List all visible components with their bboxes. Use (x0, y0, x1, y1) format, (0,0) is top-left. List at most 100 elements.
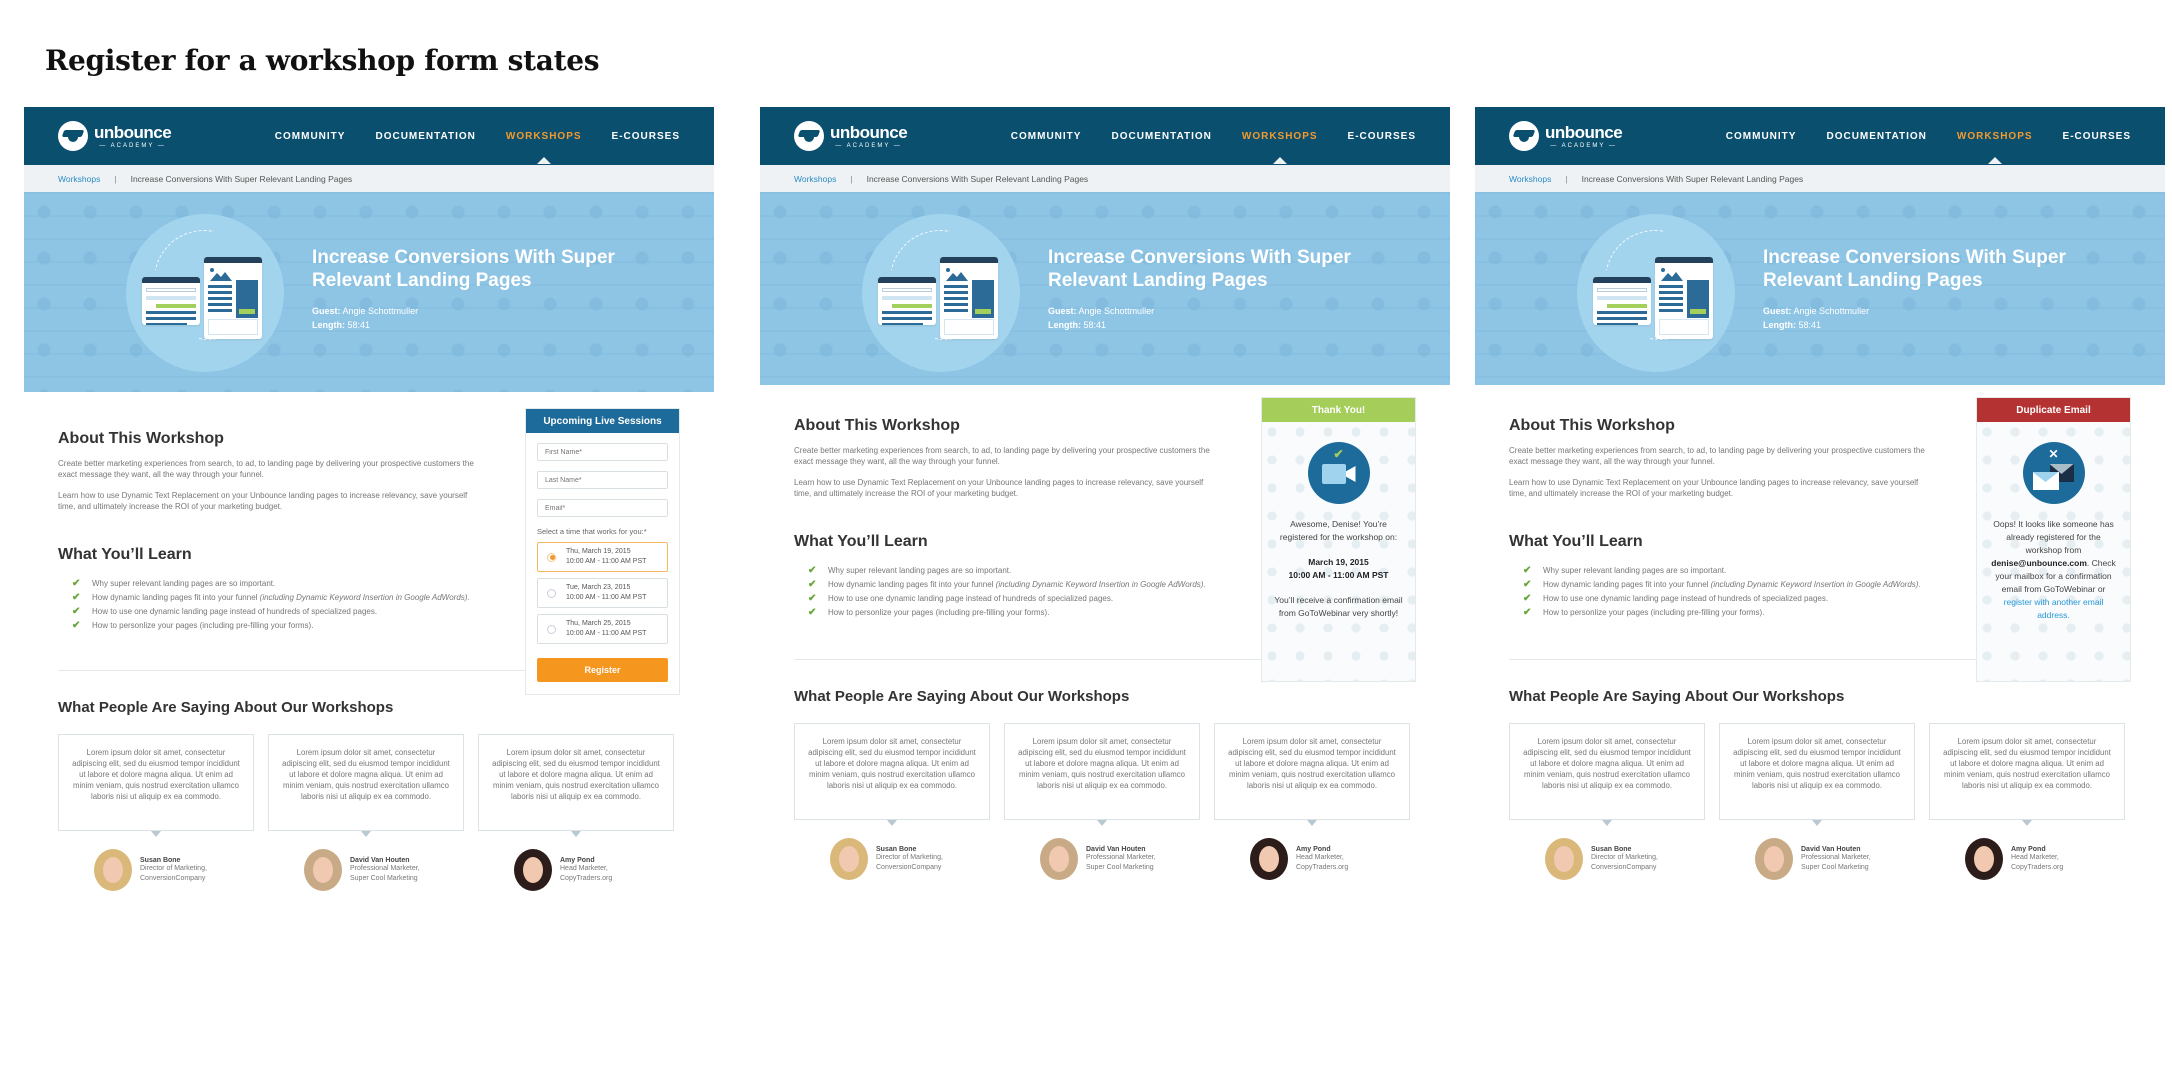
check-icon: ✔ (72, 592, 81, 603)
radio-icon[interactable] (547, 624, 556, 634)
first-name-input[interactable] (537, 443, 668, 461)
length-line: Length: 58:41 (1048, 320, 1107, 330)
breadcrumb-current: Increase Conversions With Super Relevant… (130, 173, 353, 184)
breadcrumb: Workshops | Increase Conversions With Su… (760, 165, 1450, 192)
register-button[interactable]: Register (537, 658, 668, 682)
video-camera-check-icon: ✔ (1307, 442, 1370, 504)
session-option[interactable]: Tue, March 23, 2015 10:00 AM - 11:00 AM P… (537, 578, 668, 608)
breadcrumb-workshops-link[interactable]: Workshops (58, 174, 100, 184)
register-another-email-link[interactable]: register with another email address. (2004, 597, 2104, 620)
testimonial-quote: Lorem ipsum dolor sit amet, consectetur … (1719, 723, 1915, 826)
duplicate-email-card: Duplicate Email ✕ Oops! It looks like so… (1976, 397, 2131, 682)
avatar (1965, 838, 2003, 880)
testimonial-quote: Lorem ipsum dolor sit amet, consectetur … (478, 734, 674, 837)
nav-item-community[interactable]: COMMUNITY (1726, 131, 1797, 142)
guest-line: Guest: Angie Schottmuller (1048, 306, 1155, 316)
logo-brand: unbounce (830, 122, 908, 142)
confirmation-note: You’ll receive a confirmation email from… (1274, 595, 1403, 618)
nav-item-documentation[interactable]: DOCUMENTATION (375, 131, 475, 142)
top-nav: unbounce — ACADEMY — COMMUNITY DOCUMENTA… (24, 107, 714, 165)
radio-icon[interactable] (547, 588, 556, 598)
testimonial-card: Lorem ipsum dolor sit amet, consectetur … (794, 723, 990, 880)
person-role: Director of Marketing, (876, 853, 943, 861)
registration-form-card: Upcoming Live Sessions Select a time tha… (525, 408, 680, 695)
graduation-cap-icon (58, 121, 88, 151)
person-name: Amy Pond (2011, 845, 2046, 853)
testimonial-card: Lorem ipsum dolor sit amet, consectetur … (58, 734, 254, 891)
person-company: ConversionCompany (1591, 863, 1657, 871)
breadcrumb-workshops-link[interactable]: Workshops (1509, 174, 1551, 184)
testimonial-card: Lorem ipsum dolor sit amet, consectetur … (1004, 723, 1200, 880)
duplicate-email-header: Duplicate Email (1977, 398, 2130, 422)
session-date: March 19, 2015 (1308, 557, 1369, 567)
check-icon: ✔ (72, 578, 81, 589)
page-title: Register for a workshop form states (45, 44, 600, 77)
unbounce-academy-logo[interactable]: unbounce — ACADEMY — (794, 121, 908, 151)
breadcrumb-current: Increase Conversions With Super Relevant… (1581, 173, 1804, 184)
person-name: Amy Pond (560, 856, 595, 864)
breadcrumb-workshops-link[interactable]: Workshops (794, 174, 836, 184)
workshop-hero: Increase Conversions With Super Relevant… (1475, 192, 2165, 385)
session-option[interactable]: Thu, March 19, 2015 10:00 AM - 11:00 AM P… (537, 542, 668, 572)
person-name: David Van Houten (350, 856, 410, 864)
workshop-page-mockup: unbounce — ACADEMY — COMMUNITY DOCUMENTA… (1475, 107, 2165, 957)
learn-list: ✔ Why super relevant landing pages are so… (58, 578, 478, 632)
unbounce-academy-logo[interactable]: unbounce — ACADEMY — (58, 121, 172, 151)
nav-item-documentation[interactable]: DOCUMENTATION (1111, 131, 1211, 142)
nav-item-e-courses[interactable]: E-COURSES (612, 131, 680, 142)
email-input[interactable] (537, 499, 668, 517)
radio-selected-icon[interactable] (547, 552, 556, 562)
check-icon: ✔ (1523, 593, 1532, 604)
testimonial-quote: Lorem ipsum dolor sit amet, consectetur … (794, 723, 990, 826)
person-company: Super Cool Marketing (350, 874, 418, 882)
landing-page-illustration (204, 257, 262, 339)
nav-item-e-courses[interactable]: E-COURSES (2063, 131, 2131, 142)
breadcrumb-separator: | (850, 173, 853, 184)
nav-item-documentation[interactable]: DOCUMENTATION (1826, 131, 1926, 142)
person-role: Professional Marketer, (1086, 853, 1156, 861)
person-role: Head Marketer, (1296, 853, 1344, 861)
learn-list: ✔ Why super relevant landing pages are so… (794, 565, 1214, 619)
learn-heading: What You’ll Learn (58, 546, 192, 563)
about-paragraph: Learn how to use Dynamic Text Replacemen… (58, 491, 468, 511)
check-icon: ✔ (1523, 565, 1532, 576)
avatar (514, 849, 552, 891)
nav-item-e-courses[interactable]: E-COURSES (1348, 131, 1416, 142)
top-nav: unbounce — ACADEMY — COMMUNITY DOCUMENTA… (760, 107, 1450, 165)
nav-item-community[interactable]: COMMUNITY (275, 131, 346, 142)
avatar (830, 838, 868, 880)
learn-item: ✔ Why super relevant landing pages are so… (72, 578, 276, 589)
last-name-input[interactable] (537, 471, 668, 489)
testimonial-card: Lorem ipsum dolor sit amet, consectetur … (1214, 723, 1410, 880)
testimonial-quote: Lorem ipsum dolor sit amet, consectetur … (1214, 723, 1410, 826)
length-line: Length: 58:41 (1763, 320, 1822, 330)
about-paragraph: Learn how to use Dynamic Text Replacemen… (794, 478, 1204, 498)
person-company: CopyTraders.org (560, 874, 613, 882)
avatar (1545, 838, 1583, 880)
learn-item: ✔ How to personlize your pages (including… (72, 620, 314, 631)
person-role: Head Marketer, (560, 864, 608, 872)
top-nav: unbounce — ACADEMY — COMMUNITY DOCUMENTA… (1475, 107, 2165, 165)
testimonial-card: Lorem ipsum dolor sit amet, consectetur … (1929, 723, 2125, 880)
breadcrumb-separator: | (1565, 173, 1568, 184)
check-icon: ✔ (808, 593, 817, 604)
nav-item-workshops[interactable]: WORKSHOPS (1242, 131, 1318, 164)
session-time: 10:00 AM - 11:00 AM PST (1288, 570, 1389, 580)
learn-item: ✔ How to use one dynamic landing page ins… (72, 606, 378, 617)
check-icon: ✔ (72, 620, 81, 631)
graduation-cap-icon (794, 121, 824, 151)
testimonial-quote: Lorem ipsum dolor sit amet, consectetur … (1929, 723, 2125, 826)
testimonials-heading: What People Are Saying About Our Worksho… (58, 699, 394, 716)
breadcrumb-separator: | (114, 173, 117, 184)
search-page-illustration (878, 277, 936, 325)
unbounce-academy-logo[interactable]: unbounce — ACADEMY — (1509, 121, 1623, 151)
person-name: Amy Pond (1296, 845, 1331, 853)
nav-item-workshops[interactable]: WORKSHOPS (1957, 131, 2033, 164)
nav-item-community[interactable]: COMMUNITY (1011, 131, 1082, 142)
about-heading: About This Workshop (1509, 417, 1675, 434)
session-option[interactable]: Thu, March 25, 2015 10:00 AM - 11:00 AM P… (537, 614, 668, 644)
learn-item: ✔ Why super relevant landing pages are so… (1523, 565, 1727, 576)
logo-brand: unbounce (1545, 122, 1623, 142)
nav-item-workshops[interactable]: WORKSHOPS (506, 131, 582, 164)
thank-you-card: Thank You! ✔ Awesome, Denise! You’re reg… (1261, 397, 1416, 682)
